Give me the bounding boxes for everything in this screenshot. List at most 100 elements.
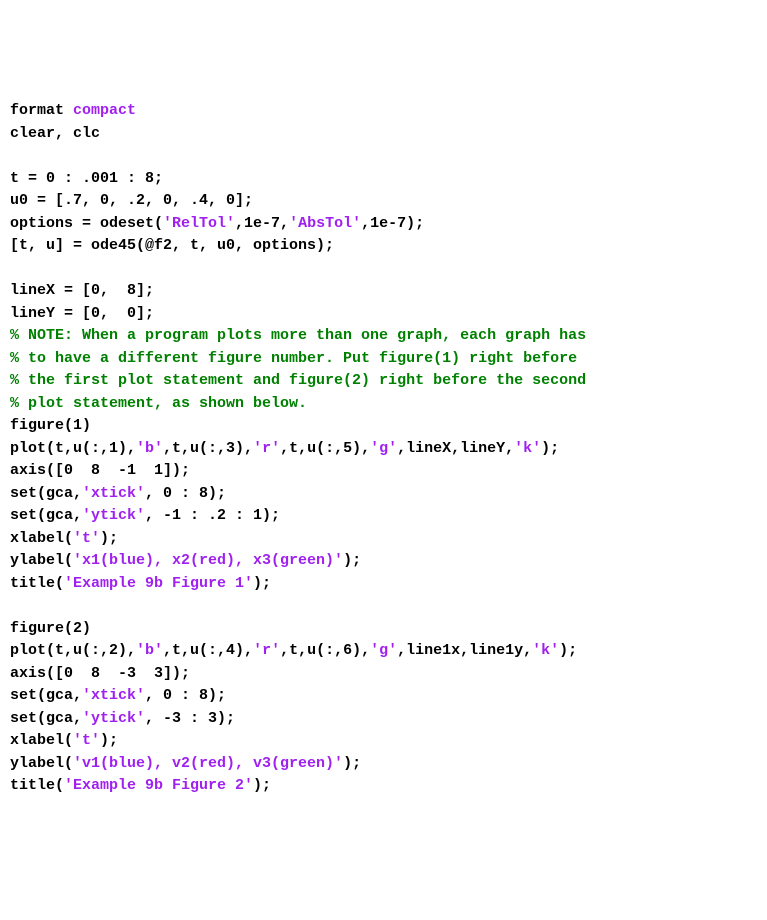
code-line: title('Example 9b Figure 2'); [10,775,757,798]
code-token: 'ytick' [82,507,145,524]
code-line: lineY = [0, 0]; [10,303,757,326]
code-token: 'b' [136,440,163,457]
code-token: 'x1(blue), x2(red), x3(green)' [73,552,343,569]
code-token: ,t,u(:,3), [163,440,253,457]
code-line: axis([0 8 -1 1]); [10,460,757,483]
code-token: ); [343,552,361,569]
code-token: clear, clc [10,125,100,142]
code-token: 'g' [370,440,397,457]
code-token: % the first plot statement and figure(2)… [10,372,586,389]
code-token: % plot statement, as shown below. [10,395,307,412]
code-token: ); [343,755,361,772]
code-token: 'RelTol' [163,215,235,232]
code-token: 'g' [370,642,397,659]
code-line: set(gca,'xtick', 0 : 8); [10,685,757,708]
code-line: % to have a different figure number. Put… [10,348,757,371]
code-token: 'xtick' [82,485,145,502]
code-token: , 0 : 8); [145,485,226,502]
code-line [10,258,757,281]
code-token: xlabel( [10,530,73,547]
code-token: 'Example 9b Figure 2' [64,777,253,794]
code-line: xlabel('t'); [10,528,757,551]
code-token: , -1 : .2 : 1); [145,507,280,524]
code-token: 'ytick' [82,710,145,727]
code-token: 'b' [136,642,163,659]
code-token: figure(2) [10,620,91,637]
code-token: title( [10,777,64,794]
code-token: set(gca, [10,710,82,727]
code-token: [t, u] = ode45(@f2, t, u0, options); [10,237,334,254]
matlab-code-block: format compact clear, clc t = 0 : .001 : … [10,100,757,798]
code-token: 'Example 9b Figure 1' [64,575,253,592]
code-line: t = 0 : .001 : 8; [10,168,757,191]
code-token: ,t,u(:,4), [163,642,253,659]
code-token: ylabel( [10,755,73,772]
code-token: lineY = [0, 0]; [10,305,154,322]
code-token: ); [541,440,559,457]
code-token: ,1e-7, [235,215,289,232]
code-token: axis([0 8 -3 3]); [10,665,190,682]
code-token: set(gca, [10,485,82,502]
code-token: ); [100,732,118,749]
code-token: ylabel( [10,552,73,569]
code-token: ); [100,530,118,547]
code-line: ylabel('v1(blue), v2(red), v3(green)'); [10,753,757,776]
code-token: , 0 : 8); [145,687,226,704]
code-token: u0 = [.7, 0, .2, 0, .4, 0]; [10,192,253,209]
code-token: title( [10,575,64,592]
code-line: plot(t,u(:,2),'b',t,u(:,4),'r',t,u(:,6),… [10,640,757,663]
code-line: u0 = [.7, 0, .2, 0, .4, 0]; [10,190,757,213]
code-line: title('Example 9b Figure 1'); [10,573,757,596]
code-token: 't' [73,732,100,749]
code-token: 'k' [532,642,559,659]
code-line: % plot statement, as shown below. [10,393,757,416]
code-token: ,t,u(:,6), [280,642,370,659]
code-token: 't' [73,530,100,547]
code-line: set(gca,'xtick', 0 : 8); [10,483,757,506]
code-line: options = odeset('RelTol',1e-7,'AbsTol',… [10,213,757,236]
code-line [10,145,757,168]
code-token: plot(t,u(:,1), [10,440,136,457]
code-token: , -3 : 3); [145,710,235,727]
code-token: lineX = [0, 8]; [10,282,154,299]
code-token: ,t,u(:,5), [280,440,370,457]
code-line: plot(t,u(:,1),'b',t,u(:,3),'r',t,u(:,5),… [10,438,757,461]
code-token: ,1e-7); [361,215,424,232]
code-token: 'k' [514,440,541,457]
code-token: 'AbsTol' [289,215,361,232]
code-token: 'xtick' [82,687,145,704]
code-line: % the first plot statement and figure(2)… [10,370,757,393]
code-line: [t, u] = ode45(@f2, t, u0, options); [10,235,757,258]
code-line: set(gca,'ytick', -3 : 3); [10,708,757,731]
code-token: % to have a different figure number. Put… [10,350,577,367]
code-line: xlabel('t'); [10,730,757,753]
code-token: ); [253,575,271,592]
code-line: ylabel('x1(blue), x2(red), x3(green)'); [10,550,757,573]
code-token: t = 0 : .001 : 8; [10,170,163,187]
code-token: ); [559,642,577,659]
code-token: figure(1) [10,417,91,434]
code-token: set(gca, [10,507,82,524]
code-token: ,lineX,lineY, [397,440,514,457]
code-token: format [10,102,73,119]
code-token: set(gca, [10,687,82,704]
code-token: options = odeset( [10,215,163,232]
code-token: ); [253,777,271,794]
code-token: 'r' [253,642,280,659]
code-line: format compact [10,100,757,123]
code-line: figure(2) [10,618,757,641]
code-line: lineX = [0, 8]; [10,280,757,303]
code-token: axis([0 8 -1 1]); [10,462,190,479]
code-line: set(gca,'ytick', -1 : .2 : 1); [10,505,757,528]
code-token: 'v1(blue), v2(red), v3(green)' [73,755,343,772]
code-token: ,line1x,line1y, [397,642,532,659]
code-line: figure(1) [10,415,757,438]
code-line: clear, clc [10,123,757,146]
code-token: 'r' [253,440,280,457]
code-token: xlabel( [10,732,73,749]
code-token: % NOTE: When a program plots more than o… [10,327,586,344]
code-token: plot(t,u(:,2), [10,642,136,659]
code-line [10,595,757,618]
code-line: % NOTE: When a program plots more than o… [10,325,757,348]
code-token: compact [73,102,136,119]
